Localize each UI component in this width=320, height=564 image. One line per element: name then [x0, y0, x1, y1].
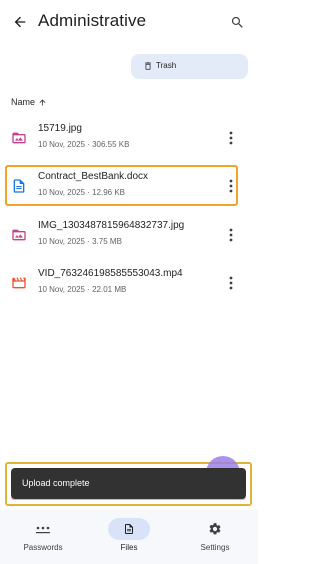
- nav-label: Files: [120, 543, 138, 552]
- file-meta: 10 Nov, 2025 · 12.96 KB: [38, 188, 126, 197]
- nav-icon-container: [108, 518, 150, 540]
- gear-icon: [209, 523, 221, 535]
- sort-label: Name: [11, 97, 36, 107]
- search-button[interactable]: [224, 9, 250, 35]
- file-icon: [125, 524, 133, 534]
- search-icon: [231, 16, 243, 28]
- trash-button[interactable]: Trash: [131, 54, 248, 79]
- more-vert-icon: [229, 276, 233, 290]
- file-name: VID_7632461985855530​43.mp4: [38, 268, 183, 279]
- more-vert-icon: [229, 131, 233, 145]
- file-meta: 10 Nov, 2025 · 22.01 MB: [38, 285, 127, 294]
- snackbar: Upload complete: [11, 468, 246, 499]
- file-name: Contract_BestBank.docx: [38, 171, 149, 182]
- nav-label: Settings: [200, 543, 230, 552]
- more-options-button[interactable]: [224, 176, 238, 196]
- list-item[interactable]: Contract_BestBank.docx 10 Nov, 2025 · 12…: [0, 166, 258, 206]
- nav-files[interactable]: Files: [86, 510, 172, 564]
- more-options-button[interactable]: [224, 273, 238, 293]
- password-dots-icon: [36, 526, 50, 534]
- video-icon: [12, 277, 26, 289]
- file-meta: 10 Nov, 2025 · 3.75 MB: [38, 237, 122, 246]
- file-name: 15719.jpg: [38, 123, 82, 134]
- list-item[interactable]: 15719.jpg 10 Nov, 2025 · 306.55 KB: [0, 118, 258, 158]
- image-folder-icon: [12, 132, 26, 144]
- more-vert-icon: [229, 179, 233, 193]
- image-folder-icon: [12, 229, 26, 241]
- back-button[interactable]: [7, 9, 33, 35]
- arrow-left-icon: [14, 16, 26, 28]
- nav-settings[interactable]: Settings: [172, 510, 258, 564]
- nav-icon-container: [22, 518, 64, 540]
- nav-icon-container: [194, 518, 236, 540]
- snackbar-text: Upload complete: [22, 478, 90, 488]
- top-app-bar: Administrative: [0, 0, 258, 44]
- sort-by-name[interactable]: Name: [11, 95, 47, 109]
- arrow-up-icon: [39, 99, 46, 105]
- trash-icon: [145, 62, 151, 70]
- more-vert-icon: [229, 228, 233, 242]
- document-icon: [13, 179, 25, 193]
- file-meta: 10 Nov, 2025 · 306.55 KB: [38, 140, 130, 149]
- trash-label: Trash: [156, 61, 177, 70]
- file-name: IMG_13034878159648327​37.jpg: [38, 220, 185, 231]
- screen: Administrative Trash Name 15719.jpg 10 N…: [0, 0, 258, 564]
- more-options-button[interactable]: [224, 225, 238, 245]
- list-item[interactable]: IMG_13034878159648327​37.jpg 10 Nov, 202…: [0, 215, 258, 255]
- page-title: Administrative: [38, 11, 147, 30]
- bottom-navigation: Passwords Files Settings: [0, 510, 258, 564]
- more-options-button[interactable]: [224, 128, 238, 148]
- list-item[interactable]: VID_7632461985855530​43.mp4 10 Nov, 2025…: [0, 263, 258, 303]
- nav-passwords[interactable]: Passwords: [0, 510, 86, 564]
- nav-label: Passwords: [23, 543, 63, 552]
